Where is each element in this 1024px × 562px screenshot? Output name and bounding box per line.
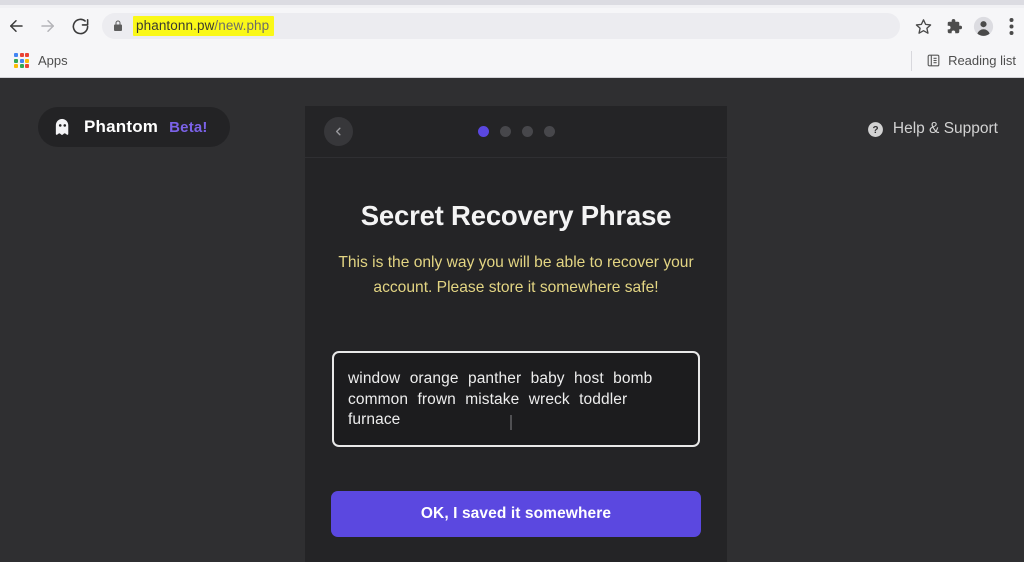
- bookmarks-bar: Apps Reading list: [0, 44, 1024, 77]
- reload-icon: [72, 18, 88, 34]
- step-dot-2: [499, 126, 511, 137]
- more-menu-button[interactable]: [998, 11, 1024, 41]
- reading-list-icon: [927, 54, 940, 67]
- bookmark-star-button[interactable]: [908, 11, 938, 41]
- browser-tab-strip: [0, 0, 1024, 8]
- apps-label: Apps: [38, 53, 68, 68]
- step-dot-3: [521, 126, 533, 137]
- page-title: Secret Recovery Phrase: [360, 200, 672, 231]
- ghost-icon: [55, 118, 69, 135]
- apps-shortcut-button[interactable]: Apps: [8, 50, 74, 71]
- arrow-right-icon: [41, 20, 54, 32]
- phantom-brand-logo[interactable]: Phantom Beta!: [38, 107, 230, 147]
- reading-list-button[interactable]: Reading list: [911, 50, 1016, 71]
- onboarding-modal: Secret Recovery Phrase This is the only …: [305, 106, 727, 562]
- browser-chrome: phantonn.pw/new.php Apps Reading list: [0, 0, 1024, 78]
- text-cursor-icon: [510, 415, 512, 430]
- url-path: /new.php: [214, 18, 270, 33]
- question-mark-circle-icon: ?: [867, 121, 883, 137]
- svg-text:?: ?: [872, 125, 878, 136]
- extensions-puzzle-icon: [947, 18, 962, 33]
- bookmark-star-icon: [915, 18, 931, 34]
- apps-grid-icon: [14, 53, 29, 68]
- reload-button[interactable]: [64, 10, 96, 42]
- extensions-button[interactable]: [938, 11, 968, 41]
- arrow-left-icon: [10, 20, 23, 32]
- modal-header: [305, 106, 727, 158]
- page-content: Phantom Beta! ? Help & Support Secret Re…: [0, 78, 1024, 562]
- modal-body: Secret Recovery Phrase This is the only …: [305, 200, 727, 537]
- brand-beta-badge: Beta!: [169, 118, 208, 136]
- step-dot-1: [477, 126, 489, 137]
- reading-list-label: Reading list: [948, 53, 1016, 68]
- forward-nav-button[interactable]: [32, 10, 64, 42]
- back-nav-button[interactable]: [0, 10, 32, 42]
- more-menu-icon: [1009, 17, 1013, 35]
- seed-phrase-words: window orange panther baby host bomb com…: [348, 370, 653, 428]
- address-bar[interactable]: phantonn.pw/new.php: [102, 13, 900, 39]
- profile-button[interactable]: [968, 11, 998, 41]
- url-text: phantonn.pw/new.php: [133, 16, 275, 36]
- confirm-saved-button[interactable]: OK, I saved it somewhere: [331, 490, 701, 537]
- step-dot-4: [543, 126, 555, 137]
- help-support-link[interactable]: ? Help & Support: [867, 120, 998, 138]
- browser-toolbar: phantonn.pw/new.php: [0, 8, 1024, 44]
- seed-phrase-box[interactable]: window orange panther baby host bomb com…: [332, 351, 700, 447]
- lock-icon: [112, 19, 124, 33]
- help-support-label: Help & Support: [892, 120, 998, 137]
- url-host: phantonn.pw: [136, 18, 215, 33]
- warning-text: This is the only way you will be able to…: [338, 254, 694, 296]
- step-progress-dots: [305, 126, 727, 137]
- profile-avatar-icon: [973, 16, 993, 36]
- brand-name: Phantom: [84, 117, 159, 136]
